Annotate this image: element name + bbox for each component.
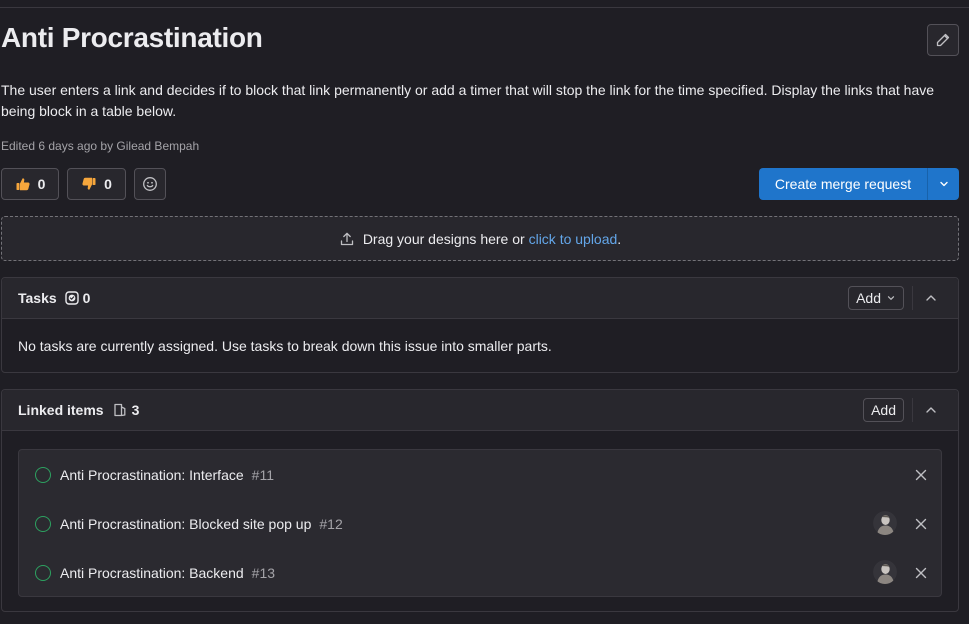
thumbs-down-icon xyxy=(82,177,96,190)
avatar[interactable] xyxy=(873,560,897,584)
linked-items-actions: Add xyxy=(863,398,943,422)
smiley-icon xyxy=(143,177,157,191)
create-merge-request-button[interactable]: Create merge request xyxy=(759,168,927,200)
linked-items-collapse-button[interactable] xyxy=(919,398,943,422)
dropzone-text: Drag your designs here or xyxy=(362,230,525,247)
linked-items-icon xyxy=(113,403,126,417)
edited-info: Edited 6 days ago by Gilead Bempah xyxy=(1,139,200,153)
tasks-collapse-button[interactable] xyxy=(919,286,943,310)
linked-item-reference: #13 xyxy=(251,564,276,581)
issue-open-icon xyxy=(35,466,51,483)
upload-icon xyxy=(340,232,353,245)
tasks-header: Tasks 0 Add xyxy=(2,278,958,319)
linked-items-header: Linked items 3 Add xyxy=(2,390,958,431)
header-divider xyxy=(912,286,913,310)
close-icon xyxy=(915,469,927,481)
tasks-add-button[interactable]: Add xyxy=(848,286,904,310)
linked-items-add-label: Add xyxy=(871,402,896,418)
tasks-count: 0 xyxy=(64,290,91,306)
remove-linked-item-button[interactable] xyxy=(911,563,931,583)
close-icon xyxy=(915,567,927,579)
linked-item-title[interactable]: Anti Procrastination: Interface xyxy=(60,467,244,483)
chevron-up-icon xyxy=(926,407,936,413)
chevron-down-icon xyxy=(887,296,895,300)
linked-item-reference: #12 xyxy=(319,515,343,532)
dropzone-suffix: . xyxy=(617,230,622,247)
linked-items-add-button[interactable]: Add xyxy=(863,398,904,422)
avatar[interactable] xyxy=(873,511,897,535)
thumbs-up-button[interactable]: 0 xyxy=(1,168,59,200)
create-merge-request-split-button: Create merge request xyxy=(759,168,959,200)
linked-item[interactable]: Anti Procrastination: Blocked site pop u… xyxy=(19,499,941,548)
task-done-icon xyxy=(64,291,79,305)
edit-title-button[interactable] xyxy=(927,24,959,56)
thumbs-down-count: 0 xyxy=(104,176,112,192)
linked-items-card: Linked items 3 Add Anti Procrastination:… xyxy=(1,389,959,612)
click-to-upload-link[interactable]: click to upload xyxy=(529,231,618,247)
tasks-actions: Add xyxy=(848,286,943,310)
remove-linked-item-button[interactable] xyxy=(911,514,931,534)
linked-items-count-value: 3 xyxy=(131,402,140,418)
issue-open-icon xyxy=(35,564,51,581)
header-divider xyxy=(912,398,913,422)
issue-title: Anti Procrastination xyxy=(1,22,263,53)
tasks-count-value: 0 xyxy=(82,290,91,306)
linked-items-list: Anti Procrastination: Interface #11 Anti… xyxy=(18,449,942,597)
design-upload-dropzone[interactable]: Drag your designs here or click to uploa… xyxy=(1,216,959,261)
thumbs-up-count: 0 xyxy=(37,176,46,192)
merge-request-options-toggle[interactable] xyxy=(927,168,959,200)
top-divider xyxy=(0,7,969,8)
linked-items-title: Linked items xyxy=(18,402,104,418)
tasks-empty-text: No tasks are currently assigned. Use tas… xyxy=(18,338,552,354)
issue-description: The user enters a link and decides if to… xyxy=(1,82,935,119)
linked-item[interactable]: Anti Procrastination: Interface #11 xyxy=(19,450,941,499)
pencil-icon xyxy=(936,33,950,47)
chevron-up-icon xyxy=(926,295,936,301)
remove-linked-item-button[interactable] xyxy=(911,465,931,485)
linked-items-count: 3 xyxy=(112,402,140,418)
tasks-card: Tasks 0 Add No tasks are currently assig… xyxy=(1,277,959,373)
tasks-title: Tasks xyxy=(18,290,57,306)
linked-item-title[interactable]: Anti Procrastination: Backend xyxy=(60,565,244,581)
tasks-add-label: Add xyxy=(856,290,881,306)
add-reaction-button[interactable] xyxy=(134,168,166,200)
linked-item[interactable]: Anti Procrastination: Backend #13 xyxy=(19,548,941,597)
linked-item-title[interactable]: Anti Procrastination: Blocked site pop u… xyxy=(60,516,311,532)
linked-item-reference: #11 xyxy=(251,466,274,483)
chevron-down-icon xyxy=(939,181,948,187)
thumbs-down-button[interactable]: 0 xyxy=(67,168,126,200)
close-icon xyxy=(915,518,927,530)
issue-open-icon xyxy=(35,515,51,532)
thumbs-up-icon xyxy=(16,178,30,191)
